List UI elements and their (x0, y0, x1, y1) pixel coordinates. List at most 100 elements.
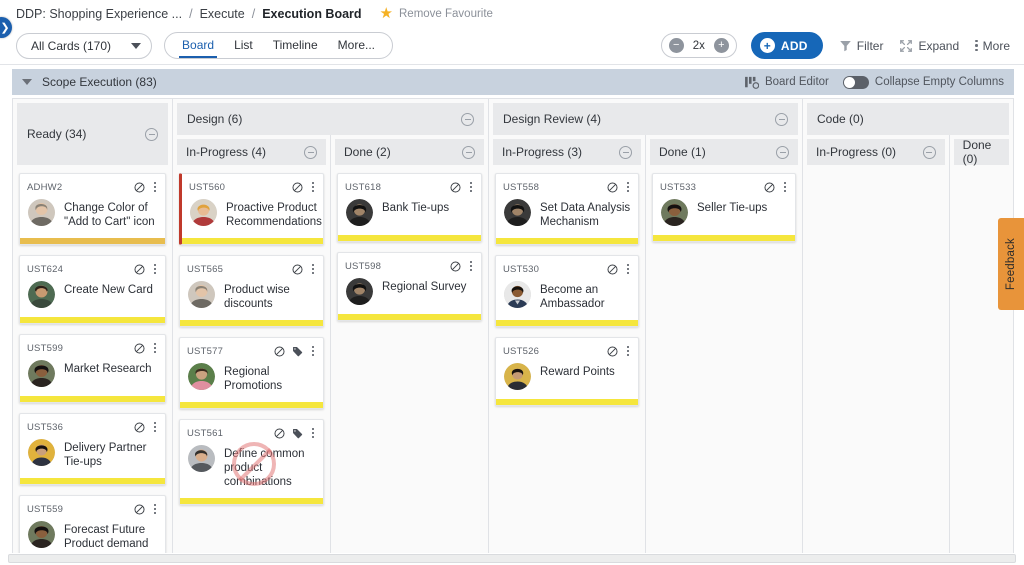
card[interactable]: UST536 Delivery Partner Tie-ups (19, 413, 166, 485)
card[interactable]: UST558 Set Data Analysis Mechanism (495, 173, 639, 245)
card[interactable]: ADHW2 Change Color of "Add to Cart" icon (19, 173, 166, 245)
card-menu-icon[interactable] (152, 503, 158, 515)
card-list-design-in-progress[interactable]: UST560 Proactive Product Recommendations (173, 165, 330, 553)
card[interactable]: UST565 Product wise discounts (179, 255, 324, 327)
card-icons (134, 263, 158, 275)
remove-favourite-button[interactable]: ★ Remove Favourite (380, 6, 493, 21)
expand-button[interactable]: Expand (899, 39, 959, 53)
card-list-code-in-progress[interactable] (803, 165, 949, 553)
card-menu-icon[interactable] (310, 263, 316, 275)
card-list-design-done[interactable]: UST618 Bank Tie-ups (331, 165, 488, 553)
zoom-control: − 2x + (661, 33, 737, 58)
zoom-in-button[interactable]: + (714, 38, 729, 53)
card[interactable]: UST624 Create New Card (19, 255, 166, 324)
board-editor-button[interactable]: Board Editor (745, 76, 829, 89)
tag-icon[interactable] (292, 428, 303, 439)
blocked-icon[interactable] (607, 346, 618, 357)
tab-list[interactable]: List (233, 34, 254, 57)
blocked-icon[interactable] (134, 504, 145, 515)
card-menu-icon[interactable] (310, 427, 316, 439)
avatar (28, 199, 55, 226)
card[interactable]: UST599 Market Research (19, 334, 166, 403)
all-cards-dropdown[interactable]: All Cards (170) (16, 33, 152, 59)
card[interactable]: UST533 Seller Tie-ups (652, 173, 796, 242)
collapse-column-icon[interactable] (145, 128, 158, 141)
card-header: UST561 (187, 426, 316, 440)
subcolumn-title: Done (2) (344, 145, 391, 159)
blocked-icon[interactable] (607, 182, 618, 193)
tab-more[interactable]: More... (337, 34, 376, 57)
card-id: UST598 (345, 261, 381, 272)
subcolumn-header: In-Progress (4) (177, 139, 326, 165)
card[interactable]: UST561 Define common product combination… (179, 419, 324, 505)
avatar (504, 199, 531, 226)
card-id: UST565 (187, 264, 223, 275)
card[interactable]: UST559 Forecast Future Product demand (19, 495, 166, 553)
blocked-icon[interactable] (134, 264, 145, 275)
card[interactable]: UST577 Regional Promotions (179, 337, 324, 409)
board-group-code: Code (0) In-Progress (0) Done (0) (803, 99, 1013, 553)
add-button[interactable]: + ADD (751, 32, 823, 59)
card-menu-icon[interactable] (782, 181, 788, 193)
card-menu-icon[interactable] (152, 342, 158, 354)
collapse-column-icon[interactable] (462, 146, 475, 159)
blocked-icon[interactable] (450, 182, 461, 193)
card[interactable]: UST530 Become an Ambassador (495, 255, 639, 327)
breadcrumb-item-execute[interactable]: Execute (200, 7, 245, 21)
tab-board[interactable]: Board (181, 34, 215, 57)
card-menu-icon[interactable] (152, 181, 158, 193)
filter-button[interactable]: Filter (839, 39, 884, 53)
card[interactable]: UST560 Proactive Product Recommendations (179, 173, 324, 245)
collapse-column-icon[interactable] (461, 113, 474, 126)
card[interactable]: UST598 Regional Survey (337, 252, 482, 321)
blocked-icon[interactable] (274, 346, 285, 357)
card-menu-icon[interactable] (152, 263, 158, 275)
card-menu-icon[interactable] (625, 345, 631, 357)
card-menu-icon[interactable] (468, 260, 474, 272)
breadcrumb-item-project[interactable]: DDP: Shopping Experience ... (16, 7, 182, 21)
card-list-design-review-in-progress[interactable]: UST558 Set Data Analysis Mechanism (489, 165, 645, 553)
card-status-bar (20, 317, 165, 323)
card-status-bar (180, 320, 323, 326)
blocked-icon[interactable] (274, 428, 285, 439)
collapse-column-icon[interactable] (776, 146, 789, 159)
blocked-icon[interactable] (607, 264, 618, 275)
collapse-column-icon[interactable] (775, 113, 788, 126)
blocked-icon[interactable] (292, 264, 303, 275)
collapse-column-icon[interactable] (304, 146, 317, 159)
toggle-switch-icon[interactable] (843, 76, 869, 89)
card-icons (134, 342, 158, 354)
zoom-out-button[interactable]: − (669, 38, 684, 53)
card-status-bar (496, 320, 638, 326)
card-menu-icon[interactable] (310, 181, 316, 193)
card-list-design-review-done[interactable]: UST533 Seller Tie-ups (646, 165, 802, 553)
tab-timeline[interactable]: Timeline (272, 34, 319, 57)
feedback-tab[interactable]: Feedback (998, 218, 1024, 310)
card[interactable]: UST618 Bank Tie-ups (337, 173, 482, 242)
collapse-empty-columns-toggle[interactable]: Collapse Empty Columns (843, 76, 1004, 89)
card-list-ready[interactable]: ADHW2 Change Color of "Add to Cart" icon (13, 165, 172, 553)
breadcrumb-item-execution-board: Execution Board (262, 7, 361, 21)
card[interactable]: UST526 Reward Points (495, 337, 639, 406)
blocked-icon[interactable] (764, 182, 775, 193)
card-icons (450, 181, 474, 193)
blocked-icon[interactable] (450, 261, 461, 272)
swimlane-collapse-caret-icon[interactable] (22, 79, 32, 85)
card-body: Regional Survey (345, 273, 474, 314)
card-menu-icon[interactable] (468, 181, 474, 193)
card-menu-icon[interactable] (625, 181, 631, 193)
more-button[interactable]: More (975, 39, 1010, 53)
tag-icon[interactable] (292, 346, 303, 357)
collapse-column-icon[interactable] (619, 146, 632, 159)
card-menu-icon[interactable] (310, 345, 316, 357)
card-icons (607, 345, 631, 357)
blocked-icon[interactable] (292, 182, 303, 193)
blocked-icon[interactable] (134, 422, 145, 433)
blocked-icon[interactable] (134, 343, 145, 354)
horizontal-scrollbar[interactable] (8, 554, 1016, 563)
collapse-column-icon[interactable] (923, 146, 936, 159)
subcolumn-title: In-Progress (4) (186, 145, 266, 159)
blocked-icon[interactable] (134, 182, 145, 193)
card-menu-icon[interactable] (152, 421, 158, 433)
card-menu-icon[interactable] (625, 263, 631, 275)
